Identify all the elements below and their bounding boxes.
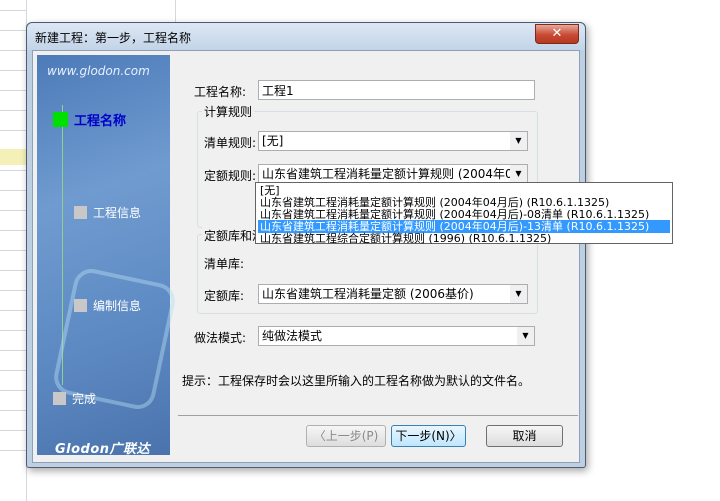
dialog-client: www.glodon.com 工程名称 工程信息 编制信息 完成 Glodon广… [32, 50, 580, 463]
cancel-button[interactable]: 取消 [486, 425, 563, 447]
step-label: 完成 [72, 392, 97, 406]
calc-rules-group-title: 计算规则 [202, 103, 255, 120]
quota-lib-value: 山东省建筑工程消耗量定额 (2006基价) [262, 287, 474, 301]
dropdown-option[interactable]: 山东省建筑工程综合定额计算规则 (1996) (R10.6.1.1325) [258, 232, 551, 245]
grid-line [0, 70, 26, 71]
grid-line [0, 130, 26, 131]
grid-line [0, 110, 26, 111]
grid-line [0, 30, 26, 31]
chevron-down-icon: ▼ [517, 327, 534, 345]
step-finish: 完成 [53, 390, 96, 407]
grid-line [0, 430, 26, 431]
grid-line [0, 270, 26, 271]
grid-line [0, 330, 26, 331]
grid-line [0, 210, 26, 211]
chevron-down-icon: ▼ [510, 165, 527, 183]
hint-text: 提示：工程保存时会以这里所输入的工程名称做为默认的文件名。 [182, 374, 531, 388]
title-bar[interactable]: 新建工程：第一步，工程名称 ✕ [27, 23, 585, 50]
quota-rule-select[interactable]: 山东省建筑工程消耗量定额计算规则 (2004年04 ▼ [258, 164, 528, 184]
grid-line [0, 290, 26, 291]
step-active-icon [53, 112, 68, 127]
step-project-name: 工程名称 [53, 110, 126, 129]
step-label: 工程信息 [93, 206, 142, 220]
project-name-input[interactable]: 工程1 [258, 80, 535, 100]
glodon-logo: Glodon广联达 [55, 442, 151, 457]
highlighted-cell [0, 149, 26, 165]
grid-line [0, 50, 26, 51]
grid-line [0, 230, 26, 231]
grid-line [0, 350, 26, 351]
wizard-banner: www.glodon.com 工程名称 工程信息 编制信息 完成 Glodon广… [37, 55, 179, 457]
close-icon: ✕ [551, 26, 563, 41]
grid-line [0, 170, 26, 171]
method-value: 纯做法模式 [262, 329, 323, 343]
prev-button[interactable]: 〈上一步(P) [306, 425, 386, 447]
button-separator [178, 415, 578, 416]
next-button[interactable]: 下一步(N)〉 [391, 425, 466, 447]
new-project-dialog: 新建工程：第一步，工程名称 ✕ www.glodon.com 工程名称 工程信息… [26, 22, 586, 468]
grid-line [0, 450, 26, 451]
step-compile-info: 编制信息 [74, 297, 141, 314]
list-rule-label: 清单规则: [204, 136, 257, 150]
step-pending-icon [74, 206, 87, 219]
chevron-down-icon: ▼ [510, 132, 527, 150]
grid-line [0, 310, 26, 311]
method-select[interactable]: 纯做法模式 ▼ [258, 326, 535, 346]
step-pending-icon [53, 392, 66, 405]
grid-line [0, 90, 26, 91]
step-label: 编制信息 [93, 299, 142, 313]
quota-rule-label: 定额规则: [204, 169, 257, 183]
project-name-label: 工程名称: [194, 85, 247, 99]
list-rule-select[interactable]: [无] ▼ [258, 131, 528, 151]
grid-line [0, 410, 26, 411]
step-project-info: 工程信息 [74, 204, 141, 221]
quota-rule-value: 山东省建筑工程消耗量定额计算规则 (2004年04 [262, 167, 521, 181]
quota-lib-label: 定额库: [204, 289, 245, 303]
wizard-form: 工程名称: 工程1 计算规则 清单规则: [无] ▼ 定额规则: 山东省建筑工程… [178, 51, 578, 461]
step-pending-icon [74, 299, 87, 312]
grid-line [0, 390, 26, 391]
grid-line [0, 370, 26, 371]
close-button[interactable]: ✕ [535, 24, 579, 44]
dialog-title: 新建工程：第一步，工程名称 [35, 31, 192, 45]
grid-line [0, 190, 26, 191]
list-lib-label: 清单库: [204, 257, 245, 271]
list-rule-value: [无] [262, 134, 284, 148]
website-url: www.glodon.com [47, 64, 150, 78]
quota-lib-select[interactable]: 山东省建筑工程消耗量定额 (2006基价) ▼ [258, 284, 528, 304]
quota-rule-dropdown-list: [无] 山东省建筑工程消耗量定额计算规则 (2004年04月后) (R10.6.… [255, 182, 673, 245]
grid-line [0, 250, 26, 251]
chevron-down-icon: ▼ [510, 285, 527, 303]
method-label: 做法模式: [194, 331, 247, 345]
grid-line [0, 10, 26, 11]
step-label: 工程名称 [74, 114, 127, 129]
